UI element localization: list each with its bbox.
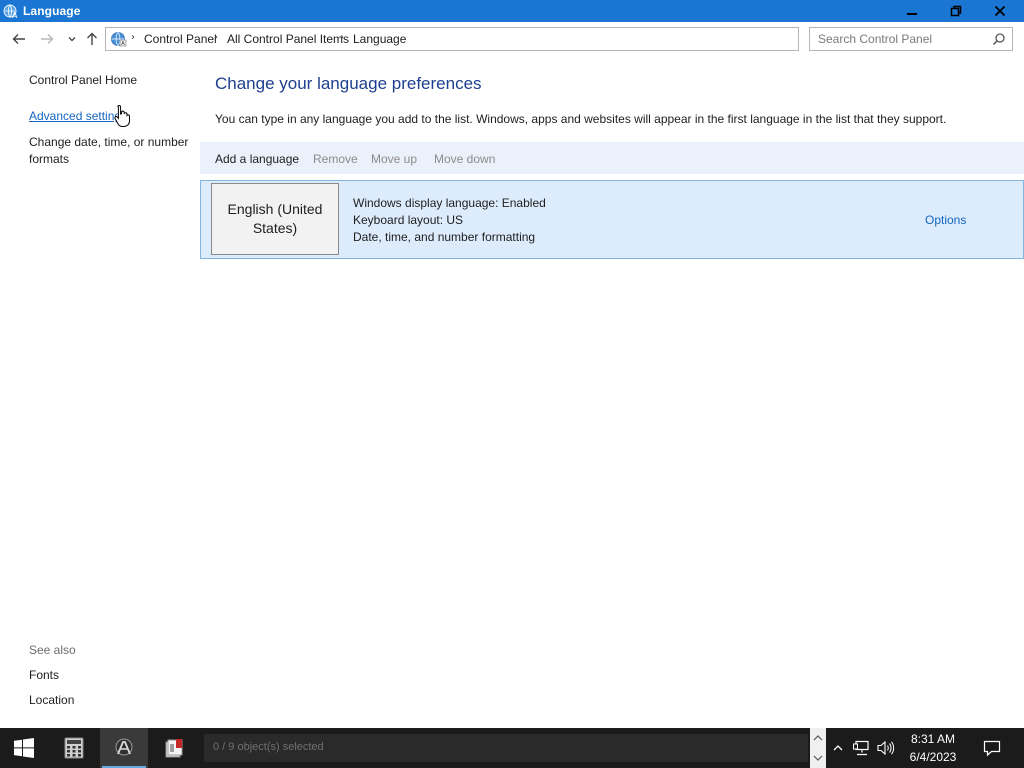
start-button[interactable] <box>0 728 48 768</box>
windows-logo-icon <box>14 738 34 758</box>
control-panel-icon: A <box>111 32 127 47</box>
location-link[interactable]: Location <box>29 693 74 707</box>
restore-button[interactable] <box>934 0 978 22</box>
address-bar[interactable]: A › Control Panel › All Control Panel It… <box>105 27 799 51</box>
language-name-tile: English (United States) <box>211 183 339 255</box>
language-list-item[interactable]: English (United States) Windows display … <box>200 180 1024 259</box>
display-language-status: Windows display language: Enabled <box>353 196 546 210</box>
language-toolbar: Add a language Remove Move up Move down <box>200 142 1024 174</box>
forward-button[interactable] <box>38 30 56 48</box>
breadcrumb-language[interactable]: Language <box>353 32 406 46</box>
close-button[interactable] <box>978 0 1022 22</box>
up-arrow-icon <box>87 32 97 45</box>
svg-text:A: A <box>12 11 18 19</box>
add-language-button[interactable]: Add a language <box>215 152 299 166</box>
network-icon <box>853 740 869 756</box>
language-options-link[interactable]: Options <box>925 213 966 227</box>
title-bar: A Language <box>0 0 1024 22</box>
show-hidden-icons-button[interactable] <box>830 728 846 768</box>
restore-icon <box>950 5 962 17</box>
svg-text:A: A <box>121 41 125 47</box>
search-icon <box>992 33 1005 46</box>
minimize-icon <box>907 13 917 15</box>
search-placeholder: Search Control Panel <box>818 32 933 46</box>
back-button[interactable] <box>10 30 28 48</box>
hand-cursor-icon <box>114 104 130 127</box>
taskbar-calculator[interactable] <box>50 728 98 768</box>
back-arrow-icon <box>12 34 25 44</box>
see-also-heading: See also <box>29 643 76 657</box>
selection-status: 0 / 9 object(s) selected <box>213 741 324 753</box>
breadcrumb-separator-icon: › <box>131 32 135 43</box>
notification-icon <box>983 740 1001 757</box>
minimize-button[interactable] <box>890 0 934 22</box>
search-input[interactable]: Search Control Panel <box>809 27 1013 51</box>
chevron-down-icon <box>68 37 76 42</box>
status-bar: 0 / 9 object(s) selected <box>204 734 808 762</box>
language-app-icon: A <box>3 4 18 19</box>
navigation-bar: A › Control Panel › All Control Panel It… <box>0 22 1024 56</box>
close-icon <box>994 5 1006 17</box>
language-app-taskbar-icon <box>115 738 133 756</box>
status-scrollbar[interactable] <box>810 728 826 768</box>
chevron-up-icon <box>833 745 843 751</box>
breadcrumb-all-items[interactable]: All Control Panel Items <box>227 32 349 46</box>
clock-time: 8:31 AM <box>910 732 956 746</box>
left-navigation-pane: Control Panel Home Advanced settings Cha… <box>0 56 200 728</box>
action-center-button[interactable] <box>972 728 1012 768</box>
taskbar-language-app[interactable] <box>100 728 148 768</box>
window-title: Language <box>23 4 81 18</box>
formatting-status: Date, time, and number formatting <box>353 230 536 244</box>
scroll-down-icon <box>813 755 823 761</box>
page-title: Change your language preferences <box>215 74 482 93</box>
remove-button[interactable]: Remove <box>313 152 358 166</box>
archive-app-icon <box>165 739 183 758</box>
scroll-up-icon <box>813 735 823 741</box>
change-date-time-formats-link[interactable]: Change date, time, or number formats <box>29 134 194 168</box>
recent-locations-button[interactable] <box>63 30 81 48</box>
fonts-link[interactable]: Fonts <box>29 668 59 682</box>
move-down-button[interactable]: Move down <box>434 152 495 166</box>
taskbar-archive-app[interactable] <box>150 728 198 768</box>
network-tray-button[interactable] <box>851 728 873 768</box>
up-button[interactable] <box>83 30 101 48</box>
page-description: You can type in any language you add to … <box>215 112 947 126</box>
taskbar: 0 / 9 object(s) selected 8:31 AM 6/4/202… <box>0 728 1024 768</box>
language-name: English (United States) <box>227 201 323 236</box>
control-panel-home-link[interactable]: Control Panel Home <box>29 73 137 87</box>
calculator-icon <box>64 737 84 759</box>
breadcrumb-control-panel[interactable]: Control Panel <box>144 32 217 46</box>
breadcrumb-separator-icon: › <box>340 32 344 43</box>
forward-arrow-icon <box>41 34 54 44</box>
taskbar-clock[interactable]: 8:31 AM 6/4/2023 <box>893 730 973 766</box>
clock-date: 6/4/2023 <box>909 750 957 764</box>
move-up-button[interactable]: Move up <box>371 152 417 166</box>
advanced-settings-link[interactable]: Advanced settings <box>29 109 127 123</box>
breadcrumb-separator-icon: › <box>214 32 218 43</box>
keyboard-layout-status: Keyboard layout: US <box>353 213 464 227</box>
